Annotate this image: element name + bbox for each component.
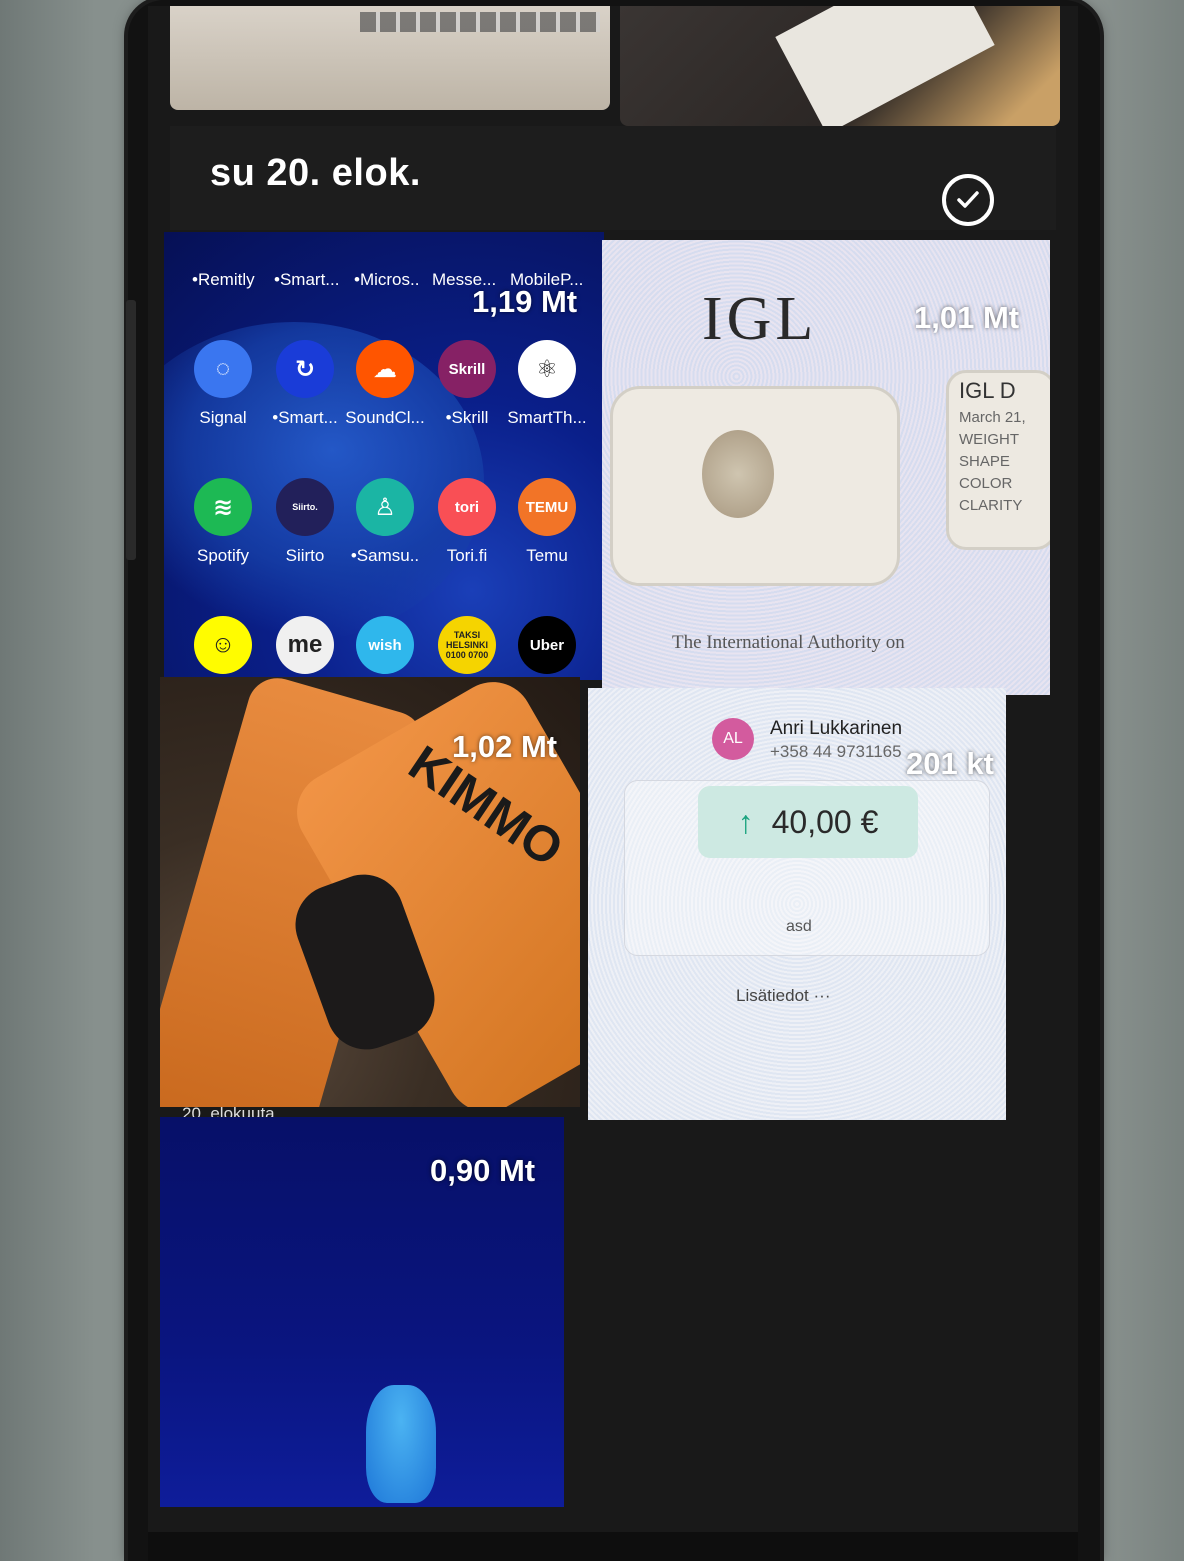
app-smart[interactable]: ↻ •Smart... [260,340,350,428]
skrill-icon: Skrill [438,340,496,398]
thumbnail-desk[interactable] [620,6,1060,126]
file-size-label: 0,90 Mt [430,1153,536,1188]
spotify-icon: ≋ [194,478,252,536]
details-link: Lisätiedot ··· [736,986,831,1005]
app-temu[interactable]: TEMU Temu [502,478,592,566]
gemstone-image [702,430,774,518]
photo-thumbnail-receipt[interactable]: AL Anri Lukkarinen +358 44 9731165 ↑ 40,… [588,688,1006,1120]
keyboard-detail [360,12,600,32]
app-snapchat[interactable]: ☺ [178,616,268,674]
photo-thumbnail-certificate[interactable]: IGL IGL D March 21, WEIGHT SHAPE COLOR C… [602,240,1050,695]
app-label: •Micros.. [354,270,420,289]
snapchat-icon: ☺ [194,616,252,674]
recipient-name: Anri Lukkarinen [770,718,903,739]
app-label: •Samsu.. [350,546,420,565]
wish-icon: wish [356,616,414,674]
cert-line: WEIGHT [959,431,1019,448]
samsung-health-icon: ♙ [356,478,414,536]
cert-line: CLARITY [959,497,1023,514]
soundcloud-icon: ☁ [356,340,414,398]
tori-icon: tori [438,478,496,536]
amount-box: ↑ 40,00 € [698,786,918,858]
app-smartthings[interactable]: ⚛ SmartTh... [502,340,592,428]
cert-line: March 21, [959,409,1026,426]
avatar: AL [712,718,754,760]
date-title: su 20. elok. [210,152,421,194]
me-icon: me [276,616,334,674]
app-label: SmartTh... [507,408,587,427]
igl-logo: IGL [702,285,818,353]
check-circle-icon[interactable] [942,174,994,226]
file-size-label: 1,02 Mt [452,729,558,764]
volume-button [126,300,136,560]
thumbnail-laptop[interactable] [170,6,610,110]
app-spotify[interactable]: ≋ Spotify [178,478,268,566]
cert-line: SHAPE [959,453,1010,470]
uber-icon: Uber [518,616,576,674]
app-wish[interactable]: wish [340,616,430,674]
siirto-icon: Siirto. [276,478,334,536]
app-label: •Smart... [274,270,340,289]
certificate-footer-text: The International Authority on [672,632,905,653]
file-size-label: 1,01 Mt [914,300,1020,335]
paper-detail [775,6,995,126]
app-tori[interactable]: tori Tori.fi [422,478,512,566]
photo-thumbnail-blue[interactable]: 0,90 Mt [160,1117,564,1507]
app-label: SoundCl... [345,408,425,427]
figure-shape [366,1385,436,1503]
app-me[interactable]: me [260,616,350,674]
file-size-label: 201 kt [906,746,994,781]
app-label: •Smart... [272,408,338,427]
date-group-header: su 20. elok. [170,126,1056,230]
app-label: Tori.fi [446,546,488,565]
app-samsung-health[interactable]: ♙ •Samsu.. [340,478,430,566]
recipient-phone: +358 44 9731165 [770,742,902,761]
certificate-details-card: IGL D March 21, WEIGHT SHAPE COLOR CLARI… [946,370,1050,550]
app-uber[interactable]: Uber [502,616,592,674]
app-label: Spotify [197,546,249,565]
app-siirto[interactable]: Siirto. Siirto [260,478,350,566]
app-label: •Remitly [192,270,255,289]
temu-icon: TEMU [518,478,576,536]
arrow-up-icon: ↑ [737,803,754,840]
app-soundcloud[interactable]: ☁ SoundCl... [340,340,430,428]
app-label: Siirto [285,546,325,565]
bottom-bar [148,1532,1078,1561]
file-size-label: 1,19 Mt [472,284,578,319]
signal-icon: ◌ [194,340,252,398]
amount-value: 40,00 € [771,803,879,840]
cert-line: COLOR [959,475,1013,492]
payment-note: asd [786,918,812,935]
taksi-helsinki-icon: TAKSI HELSINKI 0100 0700 [438,616,496,674]
app-signal[interactable]: ◌ Signal [178,340,268,428]
app-label: •Skrill [445,408,489,427]
app-label: Temu [526,546,568,565]
app-skrill[interactable]: Skrill •Skrill [422,340,512,428]
app-label: Signal [199,408,247,427]
cert-line: IGL D [959,378,1016,403]
photo-thumbnail-tool[interactable]: KIMMO 1,02 Mt [160,677,580,1107]
smartthings-icon: ⚛ [518,340,576,398]
app-taksi-helsinki[interactable]: TAKSI HELSINKI 0100 0700 [422,616,512,674]
smart-icon: ↻ [276,340,334,398]
photo-thumbnail-homescreen[interactable]: •Remitly •Smart... •Micros.. Messe... Mo… [164,232,604,680]
